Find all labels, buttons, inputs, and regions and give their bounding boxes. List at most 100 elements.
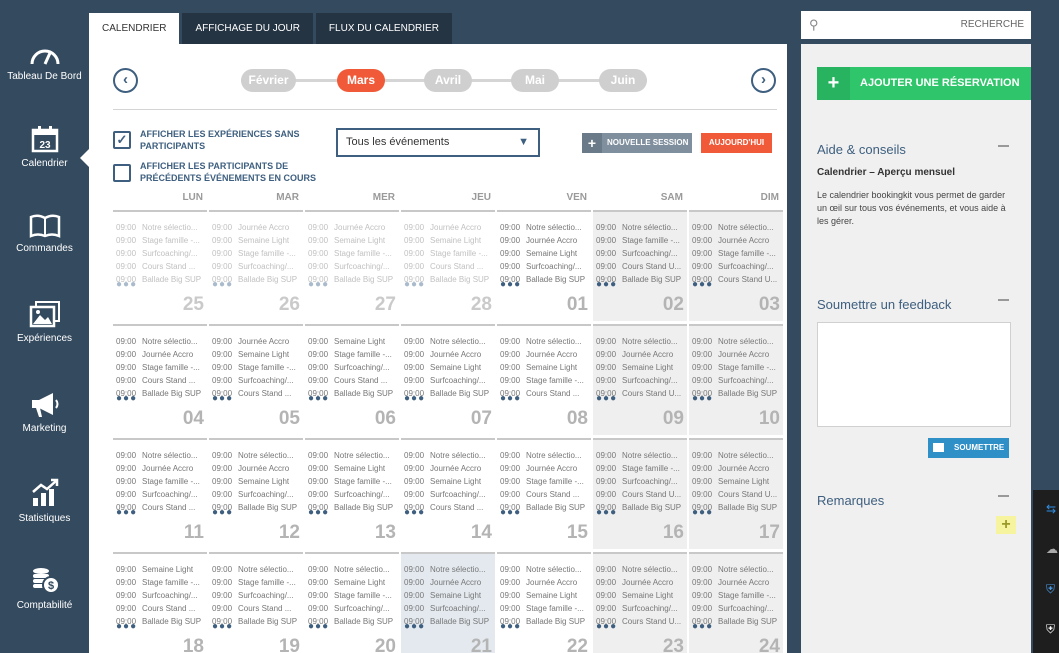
- event-entry[interactable]: 09:00 Notre sélectio...: [596, 223, 686, 232]
- day-cell[interactable]: 09:00 Notre sélectio... 09:00 Stage famille…: [593, 438, 687, 549]
- event-entry[interactable]: 09:00 Stage famille -...: [692, 249, 782, 258]
- event-entry[interactable]: 09:00 Journée Accro: [692, 578, 782, 587]
- collapse-help-button[interactable]: [998, 145, 1009, 147]
- more-events-icon[interactable]: ●●●: [212, 279, 233, 290]
- month-pill-feb[interactable]: Février: [241, 69, 296, 92]
- day-cell[interactable]: 09:00 Notre sélectio... 09:00 Stage famille…: [209, 552, 303, 653]
- nav-calendar[interactable]: 23 Calendrier: [0, 125, 89, 169]
- day-cell[interactable]: 09:00 Notre sélectio... 09:00 Journée Accro…: [497, 552, 591, 653]
- nav-experiences[interactable]: Expériences: [0, 300, 89, 344]
- event-entry[interactable]: 09:00 Stage famille -...: [596, 464, 686, 473]
- month-pill-may[interactable]: Mai: [511, 69, 559, 92]
- tray-app-icon[interactable]: ⇆: [1046, 502, 1056, 516]
- event-entry[interactable]: 09:00 Journée Accro: [116, 464, 206, 473]
- event-entry[interactable]: 09:00 Surfcoaching/...: [404, 604, 494, 613]
- event-entry[interactable]: 09:00 Journée Accro: [596, 350, 686, 359]
- tab-calendar-feed[interactable]: Flux du calendrier: [315, 13, 452, 44]
- event-entry[interactable]: 09:00 Journée Accro: [500, 464, 590, 473]
- next-month-button[interactable]: ›: [751, 68, 776, 93]
- event-entry[interactable]: 09:00 Surfcoaching/...: [500, 262, 590, 271]
- event-entry[interactable]: 09:00 Notre sélectio...: [596, 337, 686, 346]
- day-cell[interactable]: 09:00 Notre sélectio... 09:00 Journée Accro…: [209, 438, 303, 549]
- add-note-button[interactable]: +: [996, 516, 1016, 534]
- event-entry[interactable]: 09:00 Semaine Light: [308, 236, 398, 245]
- event-entry[interactable]: 09:00 Surfcoaching/...: [212, 376, 302, 385]
- day-cell[interactable]: 09:00 Notre sélectio... 09:00 Stage famille…: [113, 210, 207, 321]
- feedback-textarea[interactable]: [817, 322, 1011, 427]
- event-entry[interactable]: 09:00 Surfcoaching/...: [692, 604, 782, 613]
- day-cell[interactable]: 09:00 Notre sélectio... 09:00 Stage famille…: [593, 210, 687, 321]
- event-entry[interactable]: 09:00 Notre sélectio...: [500, 337, 590, 346]
- event-entry[interactable]: 09:00 Notre sélectio...: [596, 451, 686, 460]
- day-cell[interactable]: 09:00 Notre sélectio... 09:00 Journée Accro…: [401, 324, 495, 435]
- more-events-icon[interactable]: ●●●: [596, 621, 617, 632]
- day-cell[interactable]: 09:00 Notre sélectio... 09:00 Journée Accro…: [113, 324, 207, 435]
- event-entry[interactable]: 09:00 Semaine Light: [308, 578, 398, 587]
- event-entry[interactable]: 09:00 Journée Accro: [500, 578, 590, 587]
- event-entry[interactable]: 09:00 Stage famille -...: [596, 236, 686, 245]
- event-entry[interactable]: 09:00 Stage famille -...: [116, 363, 206, 372]
- event-entry[interactable]: 09:00 Stage famille -...: [500, 376, 590, 385]
- day-cell[interactable]: 09:00 Notre sélectio... 09:00 Journée Accro…: [689, 438, 783, 549]
- event-entry[interactable]: 09:00 Surfcoaching/...: [596, 376, 686, 385]
- event-entry[interactable]: 09:00 Notre sélectio...: [500, 451, 590, 460]
- event-entry[interactable]: 09:00 Journée Accro: [404, 464, 494, 473]
- day-cell[interactable]: 09:00 Notre sélectio... 09:00 Journée Accro…: [689, 552, 783, 653]
- day-cell[interactable]: 09:00 Notre sélectio... 09:00 Journée Accro…: [689, 210, 783, 321]
- event-entry[interactable]: 09:00 Stage famille -...: [404, 249, 494, 258]
- nav-dashboard[interactable]: Tableau De Bord: [0, 44, 89, 82]
- nav-stats[interactable]: Statistiques: [0, 478, 89, 524]
- event-entry[interactable]: 09:00 Cours Stand U...: [596, 262, 686, 271]
- more-events-icon[interactable]: ●●●: [116, 393, 137, 404]
- event-entry[interactable]: 09:00 Journée Accro: [500, 236, 590, 245]
- event-entry[interactable]: 09:00 Semaine Light: [596, 591, 686, 600]
- event-entry[interactable]: 09:00 Semaine Light: [308, 464, 398, 473]
- tab-calendar[interactable]: Calendrier: [89, 13, 180, 44]
- event-entry[interactable]: 09:00 Journée Accro: [404, 578, 494, 587]
- event-entry[interactable]: 09:00 Surfcoaching/...: [212, 262, 302, 271]
- event-entry[interactable]: 09:00 Notre sélectio...: [308, 565, 398, 574]
- event-entry[interactable]: 09:00 Surfcoaching/...: [308, 490, 398, 499]
- event-entry[interactable]: 09:00 Notre sélectio...: [404, 337, 494, 346]
- more-events-icon[interactable]: ●●●: [692, 279, 713, 290]
- event-entry[interactable]: 09:00 Surfcoaching/...: [116, 490, 206, 499]
- event-entry[interactable]: 09:00 Notre sélectio...: [692, 223, 782, 232]
- event-entry[interactable]: 09:00 Journée Accro: [116, 350, 206, 359]
- more-events-icon[interactable]: ●●●: [500, 393, 521, 404]
- event-entry[interactable]: 09:00 Notre sélectio...: [116, 337, 206, 346]
- add-booking-button[interactable]: + AJOUTER UNE RÉSERVATION: [817, 67, 1031, 100]
- event-entry[interactable]: 09:00 Stage famille -...: [308, 591, 398, 600]
- more-events-icon[interactable]: ●●●: [308, 507, 329, 518]
- event-entry[interactable]: 09:00 Stage famille -...: [308, 249, 398, 258]
- more-events-icon[interactable]: ●●●: [500, 279, 521, 290]
- more-events-icon[interactable]: ●●●: [308, 279, 329, 290]
- search-input[interactable]: ⚲ RECHERCHE: [801, 11, 1031, 39]
- day-cell[interactable]: 09:00 Notre sélectio... 09:00 Journée Accro…: [401, 438, 495, 549]
- tray-security-icon[interactable]: ⛨: [1046, 622, 1055, 637]
- more-events-icon[interactable]: ●●●: [596, 279, 617, 290]
- event-entry[interactable]: 09:00 Notre sélectio...: [500, 565, 590, 574]
- event-entry[interactable]: 09:00 Notre sélectio...: [404, 565, 494, 574]
- more-events-icon[interactable]: ●●●: [596, 507, 617, 518]
- event-entry[interactable]: 09:00 Journée Accro: [212, 223, 302, 232]
- tray-shield-icon[interactable]: ⛨: [1046, 582, 1055, 597]
- event-entry[interactable]: 09:00 Surfcoaching/...: [692, 376, 782, 385]
- tab-day-view[interactable]: Affichage du jour: [182, 13, 313, 44]
- event-entry[interactable]: 09:00 Surfcoaching/...: [212, 490, 302, 499]
- event-entry[interactable]: 09:00 Notre sélectio...: [692, 451, 782, 460]
- event-entry[interactable]: 09:00 Semaine Light: [212, 477, 302, 486]
- day-cell[interactable]: 09:00 Notre sélectio... 09:00 Journée Accro…: [497, 438, 591, 549]
- month-pill-mar[interactable]: Mars: [337, 69, 385, 92]
- day-cell[interactable]: 09:00 Notre sélectio... 09:00 Journée Accro…: [401, 552, 495, 653]
- event-entry[interactable]: 09:00 Semaine Light: [500, 249, 590, 258]
- more-events-icon[interactable]: ●●●: [212, 621, 233, 632]
- event-entry[interactable]: 09:00 Surfcoaching/...: [404, 490, 494, 499]
- more-events-icon[interactable]: ●●●: [404, 621, 425, 632]
- more-events-icon[interactable]: ●●●: [116, 507, 137, 518]
- day-cell[interactable]: 09:00 Journée Accro 09:00 Semaine Light 09:0…: [209, 324, 303, 435]
- event-entry[interactable]: 09:00 Cours Stand ...: [116, 376, 206, 385]
- event-entry[interactable]: 09:00 Surfcoaching/...: [596, 604, 686, 613]
- more-events-icon[interactable]: ●●●: [212, 393, 233, 404]
- event-entry[interactable]: 09:00 Surfcoaching/...: [596, 249, 686, 258]
- event-entry[interactable]: 09:00 Semaine Light: [404, 477, 494, 486]
